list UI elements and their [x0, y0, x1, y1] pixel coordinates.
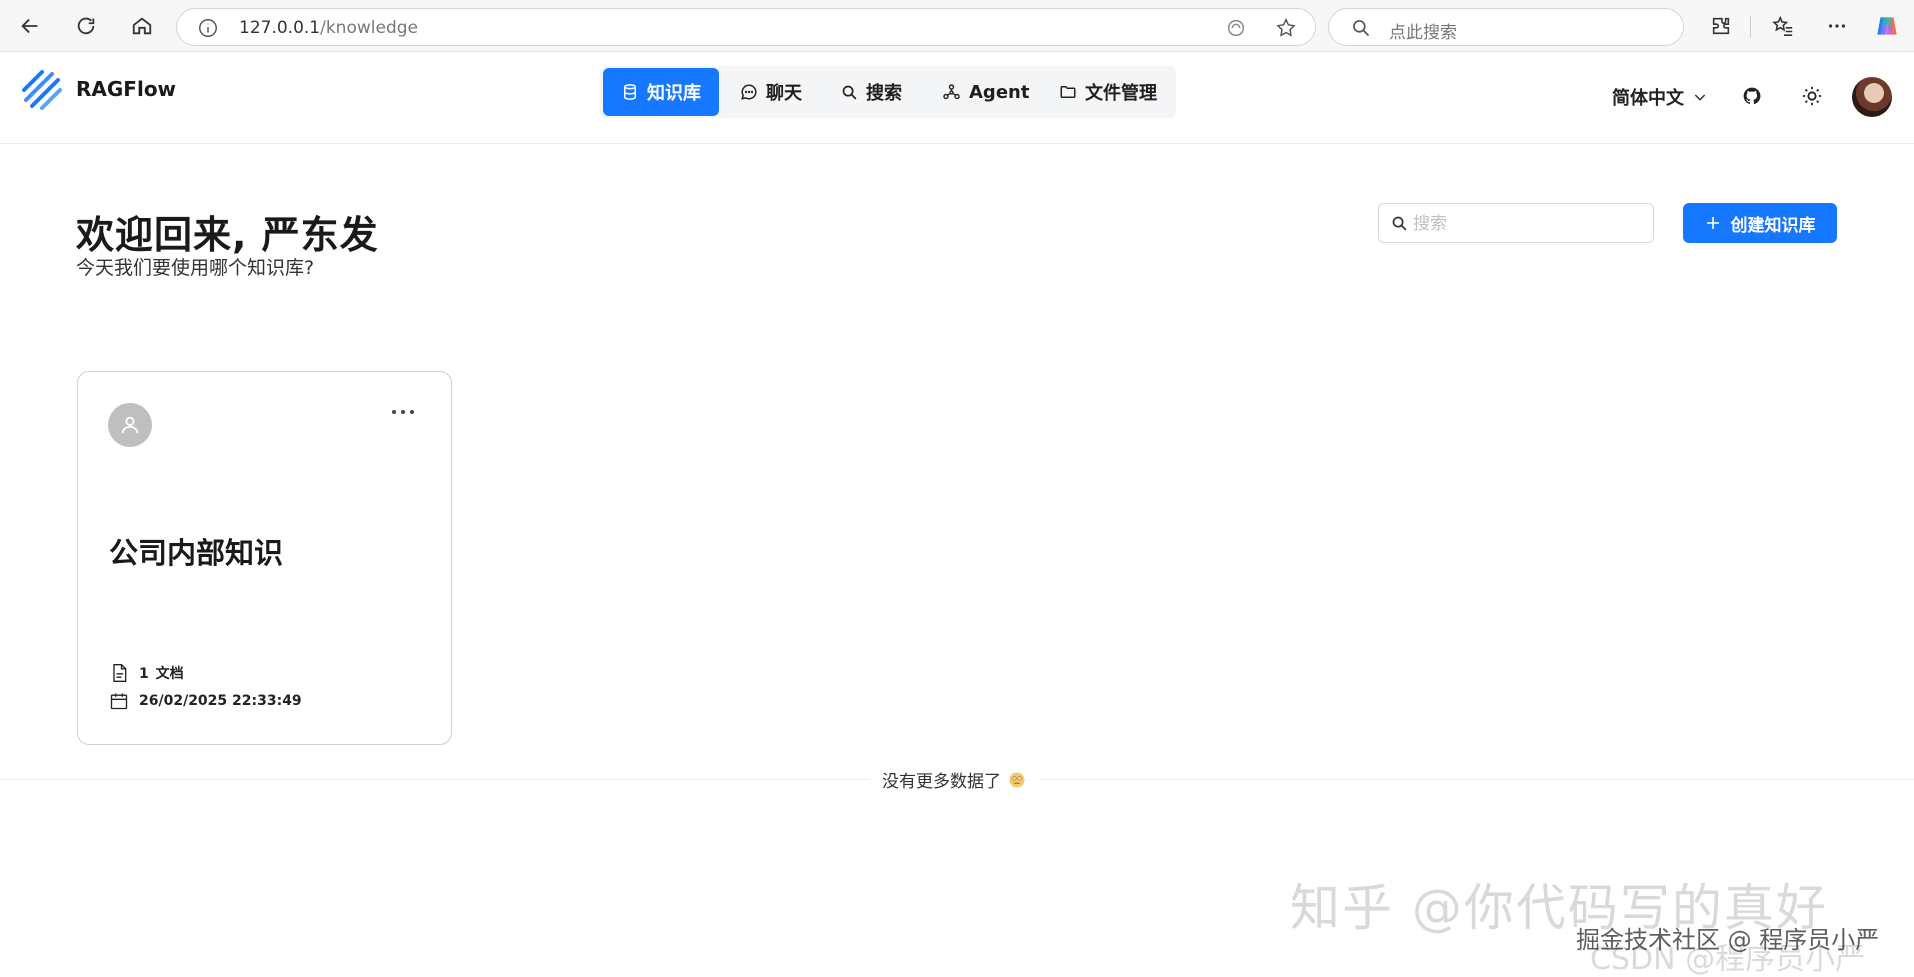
toolbar-separator — [1750, 16, 1751, 38]
more-menu-button[interactable] — [1824, 13, 1850, 39]
no-more-data-label: 没有更多数据了 — [882, 772, 1001, 792]
agent-graph-icon — [943, 83, 960, 99]
site-info-icon[interactable] — [197, 17, 219, 39]
calendar-icon — [110, 693, 128, 710]
home-button[interactable] — [126, 10, 158, 42]
doc-count-unit: 文档 — [155, 666, 184, 682]
create-knowledge-base-button[interactable]: 创建知识库 — [1683, 203, 1837, 243]
nav-label: 文件管理 — [1085, 83, 1157, 104]
welcome-title: 欢迎回来, 严东发 — [76, 213, 379, 257]
no-more-data: 没有更多数据了 — [870, 767, 1039, 792]
create-button-label: 创建知识库 — [1730, 215, 1816, 236]
nav-label: 搜索 — [866, 83, 902, 104]
nav-label: 知识库 — [647, 83, 701, 104]
search-icon — [1353, 20, 1370, 37]
reload-button[interactable] — [70, 10, 102, 42]
database-icon — [624, 84, 636, 100]
search-icon — [842, 85, 857, 99]
favorite-star-icon[interactable] — [1275, 17, 1297, 39]
browser-search-placeholder: 点此搜索 — [1389, 23, 1457, 43]
language-selector[interactable]: 简体中文 — [1612, 84, 1708, 110]
favorites-button[interactable] — [1770, 13, 1796, 39]
sun-icon — [1802, 86, 1822, 106]
language-label: 简体中文 — [1612, 88, 1684, 109]
kb-updated: 26/02/2025 22:33:49 — [109, 691, 302, 711]
nav-agent[interactable]: Agent — [924, 68, 1047, 116]
knowledge-search-input[interactable] — [1413, 211, 1643, 237]
github-icon — [1743, 87, 1761, 105]
browser-search-box[interactable]: 点此搜索 — [1328, 8, 1684, 46]
copilot-button[interactable] — [1874, 13, 1900, 39]
knowledge-base-card[interactable]: 公司内部知识 1 文档 26/02/2025 22:33:49 — [77, 371, 452, 745]
refresh-copilot-icon[interactable] — [1225, 17, 1247, 39]
search-icon — [1392, 216, 1407, 231]
plus-icon — [1706, 217, 1719, 229]
nav-label: 聊天 — [766, 83, 802, 104]
brand-name[interactable]: RAGFlow — [76, 77, 176, 101]
user-avatar[interactable] — [1852, 77, 1892, 117]
kb-avatar — [108, 403, 152, 447]
github-button[interactable] — [1738, 82, 1766, 110]
nav-file-management[interactable]: 文件管理 — [1041, 68, 1175, 116]
extensions-button[interactable] — [1708, 13, 1734, 39]
chevron-down-icon — [1694, 94, 1706, 101]
favorites-list-icon — [1772, 15, 1793, 36]
chat-icon — [741, 84, 757, 100]
main-nav: 知识库 聊天 搜索 Agent 文件管理 — [600, 66, 1176, 118]
back-arrow-icon — [21, 18, 38, 34]
updated-timestamp: 26/02/2025 22:33:49 — [139, 693, 302, 709]
card-more-button[interactable] — [386, 402, 420, 422]
browser-toolbar: 127.0.0.1/knowledge 点此搜索 — [0, 0, 1914, 52]
document-icon — [113, 664, 127, 682]
knowledge-search-box — [1378, 203, 1654, 243]
address-bar[interactable]: 127.0.0.1/knowledge — [176, 8, 1316, 46]
theme-toggle-button[interactable] — [1798, 82, 1826, 110]
copilot-icon — [1877, 17, 1897, 35]
folder-icon — [1060, 86, 1076, 98]
home-icon — [132, 17, 152, 35]
ellipsis-icon — [1828, 24, 1846, 28]
welcome-subtitle: 今天我们要使用哪个知识库? — [76, 257, 315, 279]
user-placeholder-icon — [121, 416, 139, 434]
back-button[interactable] — [14, 10, 46, 42]
doc-count-value: 1 — [139, 666, 149, 682]
ragflow-logo-icon[interactable] — [20, 68, 64, 112]
puzzle-icon — [1712, 17, 1730, 35]
kb-title: 公司内部知识 — [109, 536, 284, 570]
emoji-face-icon — [1009, 772, 1025, 787]
kb-doc-count: 1 文档 — [109, 662, 184, 684]
reload-icon — [77, 17, 95, 35]
address-url: 127.0.0.1/knowledge — [239, 18, 418, 38]
nav-search[interactable]: 搜索 — [823, 68, 920, 116]
nav-label: Agent — [969, 81, 1030, 103]
nav-chat[interactable]: 聊天 — [722, 68, 820, 116]
app-header: RAGFlow 知识库 聊天 搜索 Agent 文件管理 简体中文 — [0, 52, 1914, 144]
juejin-watermark: 掘金技术社区 @ 程序员小严 — [1576, 926, 1880, 954]
nav-knowledge-base[interactable]: 知识库 — [603, 68, 719, 116]
